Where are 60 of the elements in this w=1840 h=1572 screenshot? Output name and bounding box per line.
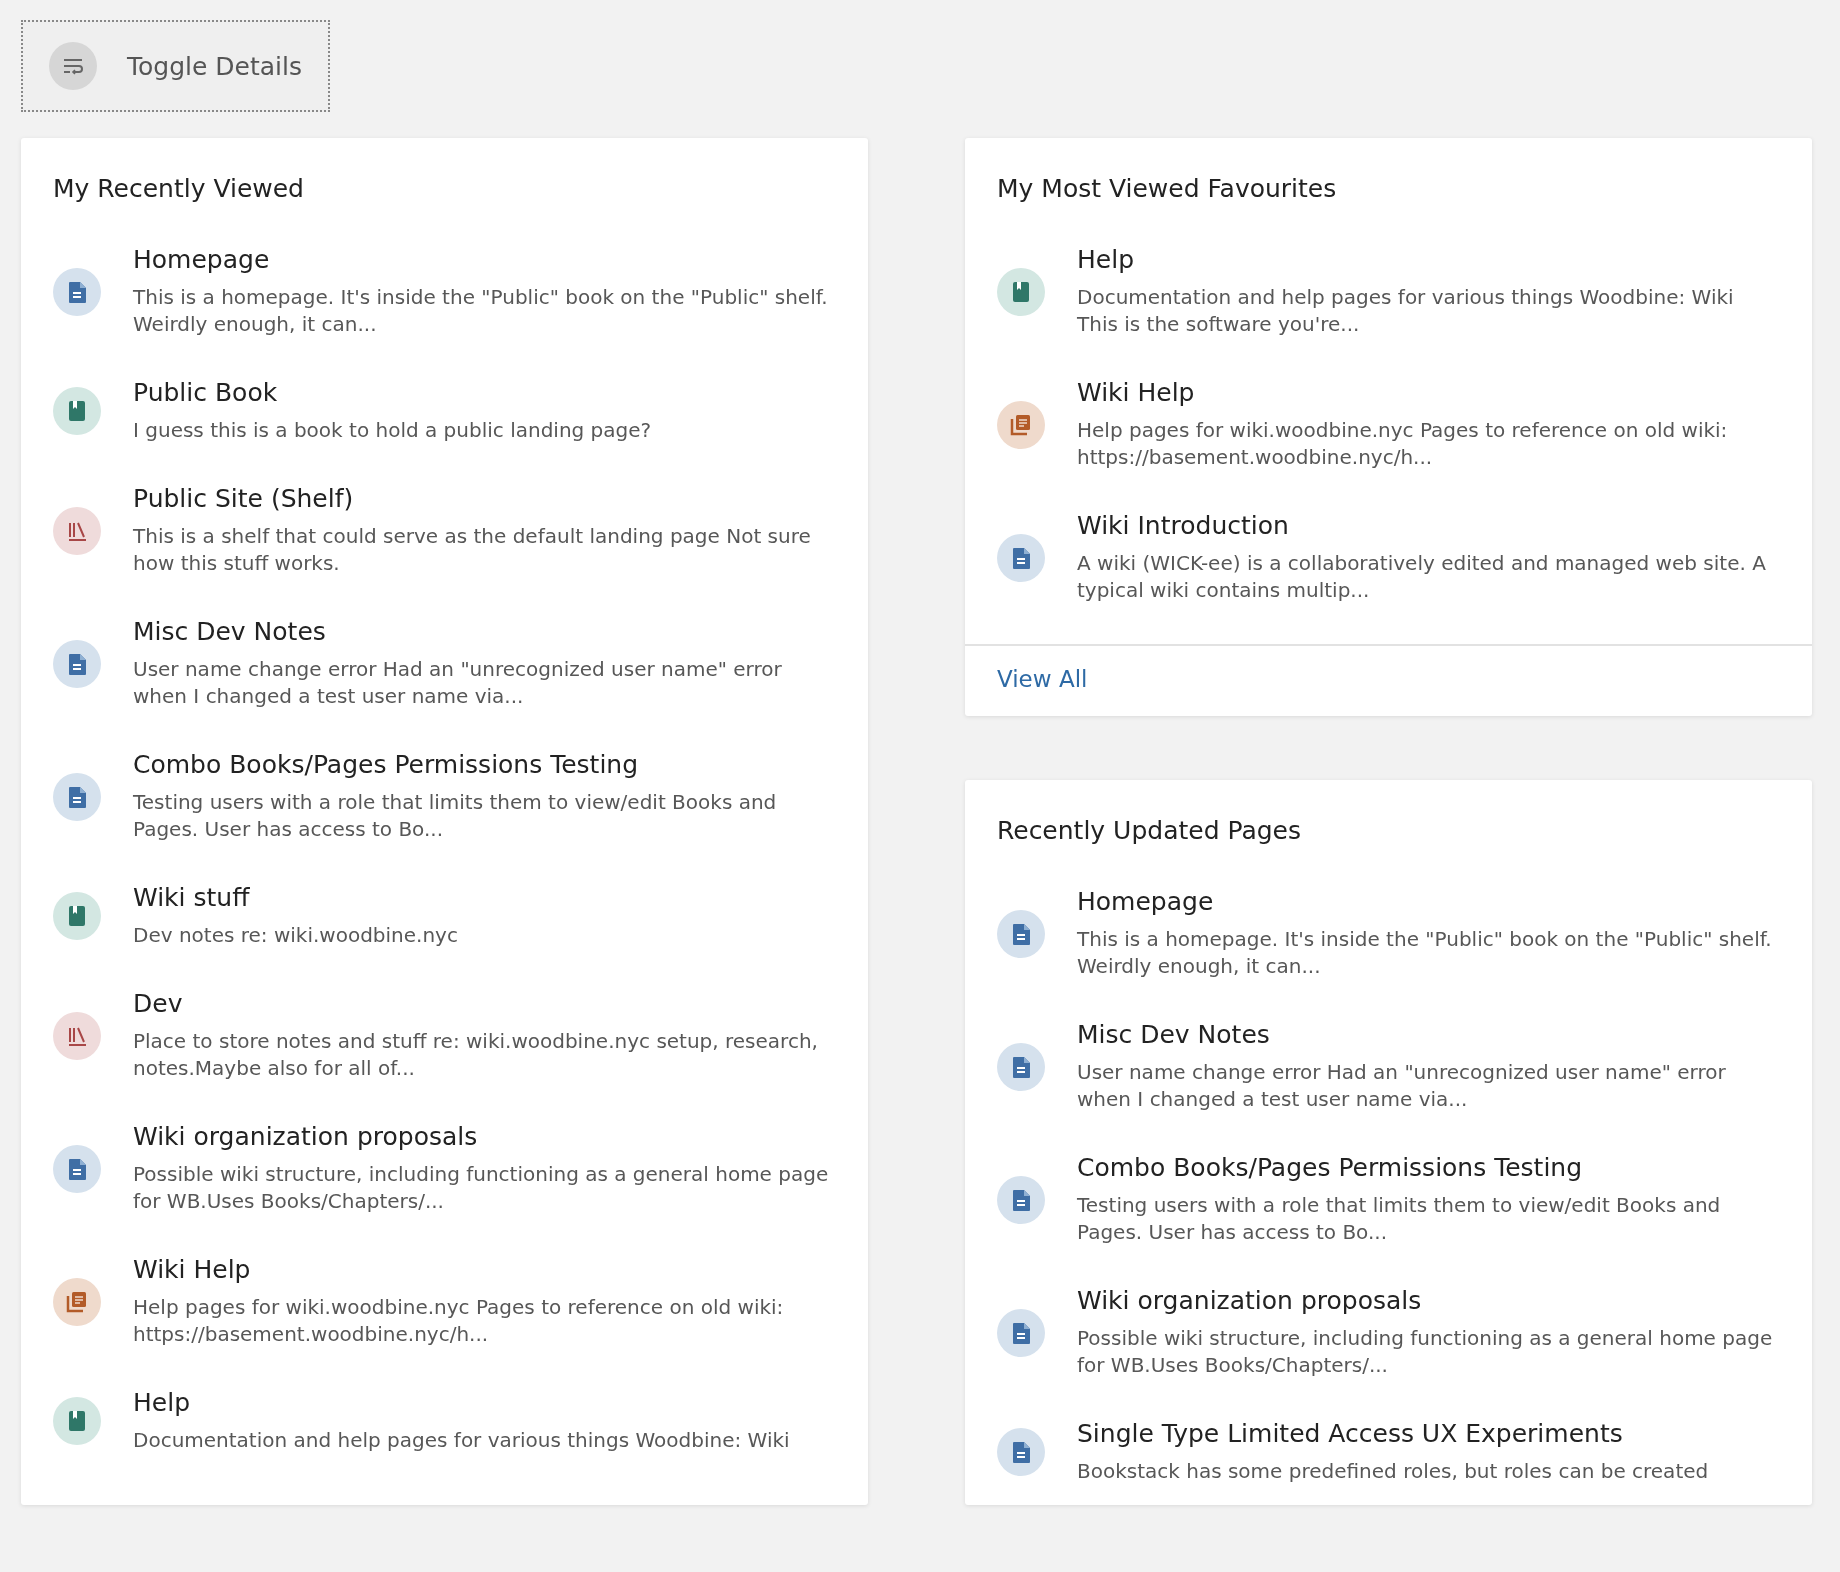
entry-description: I guess this is a book to hold a public landing page? <box>133 417 652 444</box>
entry-title-link[interactable]: Misc Dev Notes <box>1077 1020 1780 1049</box>
bookshelf-icon <box>53 506 101 555</box>
entry-title-link[interactable]: Wiki stuff <box>133 883 458 912</box>
entry-title-link[interactable]: Wiki organization proposals <box>133 1122 836 1151</box>
entry-description: Documentation and help pages for various things Woodbine: Wiki This is the software you're... <box>1077 284 1735 338</box>
stacked-pages-icon <box>53 1277 101 1326</box>
entry-title-link[interactable]: Homepage <box>1077 887 1780 916</box>
entry-title-link[interactable]: Combo Books/Pages Permissions Testing <box>133 750 836 779</box>
entry-description: Dev notes re: wiki.woodbine.nyc <box>133 922 458 949</box>
card-heading: My Most Viewed Favourites <box>997 173 1338 205</box>
entry-description: This is a homepage. It's inside the "Public" book on the "Public" shelf. Weirdly enough, it can... <box>133 284 829 338</box>
book-icon <box>53 892 101 940</box>
card-heading: My Recently Viewed <box>53 173 305 205</box>
document-icon <box>53 772 101 821</box>
entry-description: This is a shelf that could serve as the default landing page Not sure how this stuff works. <box>133 523 812 577</box>
entry-title-link[interactable]: Public Site (Shelf) <box>133 484 836 513</box>
book-icon <box>53 387 101 435</box>
entry-description: User name change error Had an "unrecognized user name" error when I changed a test user name via... <box>133 656 783 710</box>
entry-title-link[interactable]: Homepage <box>133 245 836 274</box>
entry-title-link[interactable]: Help <box>133 1388 790 1417</box>
view-all-link[interactable]: View All <box>997 666 1088 692</box>
entry-description: Place to store notes and stuff re: wiki.woodbine.nyc setup, research, notes.Maybe also for all of... <box>133 1028 819 1082</box>
document-icon <box>997 1428 1045 1476</box>
entry-description: Documentation and help pages for various things Woodbine: Wiki <box>133 1427 790 1454</box>
book-icon <box>997 267 1045 316</box>
document-icon <box>53 1144 101 1193</box>
document-icon <box>997 1175 1045 1224</box>
entry-title-link[interactable]: Dev <box>133 989 836 1018</box>
card-heading: Recently Updated Pages <box>997 815 1302 847</box>
entry-description: A wiki (WICK-ee) is a collaboratively edited and managed web site. A typical wiki contains multip... <box>1077 550 1767 604</box>
entry-title-link[interactable]: Combo Books/Pages Permissions Testing <box>1077 1153 1780 1182</box>
entry-title-link[interactable]: Misc Dev Notes <box>133 617 836 646</box>
document-icon <box>997 1308 1045 1357</box>
bookshelf-icon <box>53 1011 101 1060</box>
document-icon <box>997 1042 1045 1091</box>
entry-description: User name change error Had an "unrecognized user name" error when I changed a test user name via... <box>1077 1059 1727 1113</box>
entry-description: Bookstack has some predefined roles, but roles can be created <box>1077 1458 1709 1485</box>
entry-description: Help pages for wiki.woodbine.nyc Pages to reference on old wiki: https://basement.woodbine.nyc/h... <box>133 1294 785 1348</box>
entry-description: Possible wiki structure, including functioning as a general home page for WB.Uses Books/Chapters/... <box>1077 1325 1774 1379</box>
document-icon <box>53 267 101 316</box>
entry-title-link[interactable]: Wiki Introduction <box>1077 511 1780 540</box>
stacked-pages-icon <box>997 400 1045 449</box>
entry-description: This is a homepage. It's inside the "Public" book on the "Public" shelf. Weirdly enough, it can... <box>1077 926 1773 980</box>
entry-description: Testing users with a role that limits them to view/edit Books and Pages. User has access to Bo... <box>1077 1192 1722 1246</box>
wrap-text-icon <box>49 42 97 90</box>
entry-title-link[interactable]: Wiki Help <box>133 1255 836 1284</box>
entry-description: Possible wiki structure, including functioning as a general home page for WB.Uses Books/Chapters/... <box>133 1161 830 1215</box>
document-icon <box>997 533 1045 582</box>
document-icon <box>53 639 101 688</box>
entry-title-link[interactable]: Public Book <box>133 378 652 407</box>
entry-description: Help pages for wiki.woodbine.nyc Pages to reference on old wiki: https://basement.woodbine.nyc/h... <box>1077 417 1729 471</box>
entry-description: Testing users with a role that limits them to view/edit Books and Pages. User has access to Bo... <box>133 789 778 843</box>
entry-title-link[interactable]: Single Type Limited Access UX Experiments <box>1077 1419 1709 1448</box>
toggle-details-button[interactable]: Toggle Details <box>21 20 330 112</box>
book-icon <box>53 1397 101 1445</box>
entry-title-link[interactable]: Wiki organization proposals <box>1077 1286 1780 1315</box>
entry-title-link[interactable]: Wiki Help <box>1077 378 1780 407</box>
entry-title-link[interactable]: Help <box>1077 245 1780 274</box>
document-icon <box>997 909 1045 958</box>
